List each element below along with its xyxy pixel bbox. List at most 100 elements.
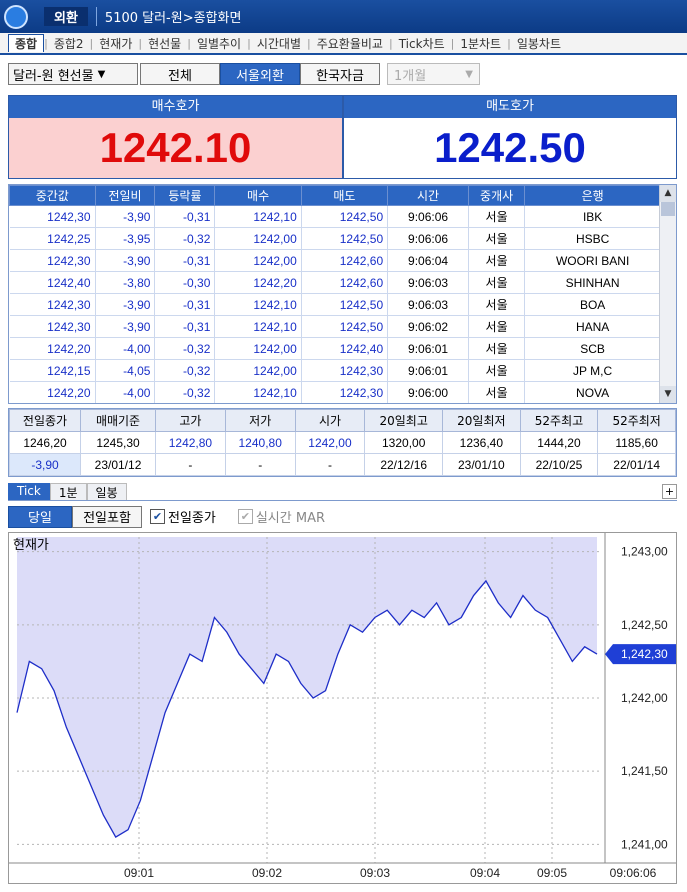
column-header[interactable]: 등락률: [154, 185, 216, 206]
segment-seoul-fx[interactable]: 서울외환: [220, 63, 300, 85]
table-cell: SCB: [524, 337, 661, 360]
summary-header: 52주최저: [597, 409, 676, 432]
table-cell: -0,31: [154, 249, 216, 272]
table-cell: 9:06:03: [387, 271, 469, 294]
tab-9[interactable]: 일봉차트: [511, 35, 567, 52]
table-cell: 1242,10: [214, 315, 302, 338]
bid-label: 매수호가: [9, 96, 342, 118]
tab-6[interactable]: 주요환율비교: [311, 35, 389, 52]
tab-5[interactable]: 시간대별: [251, 35, 307, 52]
column-header[interactable]: 은행: [524, 185, 661, 206]
tab-0[interactable]: 종합: [8, 34, 45, 52]
bid-value: 1242.10: [9, 118, 342, 178]
summary-value: 1242,00: [294, 431, 366, 454]
table-row[interactable]: 1242,20 -4,00 -0,32 1242,10 1242,30 9:06:00 서울…: [9, 381, 661, 403]
table-row[interactable]: 1242,20 -4,00 -0,32 1242,00 1242,40 9:06:01 서울…: [9, 337, 661, 360]
table-row[interactable]: 1242,40 -3,80 -0,30 1242,20 1242,60 9:06:03 서울…: [9, 271, 661, 294]
column-header[interactable]: 매수: [214, 185, 302, 206]
table-row[interactable]: 1242,15 -4,05 -0,32 1242,00 1242,30 9:06:01 서울…: [9, 359, 661, 382]
table-cell: 1242,30: [9, 293, 96, 316]
summary-header: 고가: [155, 409, 226, 432]
table-cell: NOVA: [524, 381, 661, 403]
add-icon[interactable]: +: [662, 484, 677, 499]
table-cell: -0,30: [154, 271, 216, 294]
price-area: [17, 537, 597, 838]
column-header[interactable]: 전일비: [94, 185, 156, 206]
tab-4[interactable]: 일별추이: [191, 35, 247, 52]
grid-scrollbar[interactable]: ▲ ▼: [659, 185, 676, 403]
scroll-up-icon[interactable]: ▲: [660, 185, 676, 202]
summary-header: 전일종가: [8, 409, 82, 432]
checkmark-icon: ✔: [150, 509, 165, 524]
tab-2[interactable]: 현재가: [93, 35, 138, 52]
table-cell: 9:06:01: [387, 337, 469, 360]
x-tick-label: 09:01: [124, 866, 154, 880]
tab-1[interactable]: 종합2: [48, 35, 90, 52]
table-cell: 서울: [468, 249, 526, 272]
chart-title: 현재가: [13, 537, 49, 552]
tab-daily[interactable]: 일봉: [86, 483, 127, 500]
today-button[interactable]: 당일: [8, 505, 72, 528]
tab-1min[interactable]: 1분: [49, 483, 87, 500]
tab-3[interactable]: 현선물: [142, 35, 187, 52]
table-cell: SHINHAN: [524, 271, 661, 294]
prev-close-label: 전일종가: [168, 511, 216, 526]
summary-header: 저가: [224, 409, 296, 432]
column-header[interactable]: 시간: [387, 185, 469, 206]
prev-close-checkbox[interactable]: ✔ 전일종가: [150, 507, 216, 526]
chevron-down-icon: ▼: [97, 68, 106, 80]
table-cell: -3,90: [95, 315, 156, 338]
summary-value: 1245,30: [80, 431, 157, 454]
table-row[interactable]: 1242,30 -3,90 -0,31 1242,10 1242,50 9:06:03 서울…: [9, 293, 661, 316]
price-chart: 1,243,00 1,242,50 1,242,00 1,241,50 1,241,00…: [8, 532, 677, 884]
tab-7[interactable]: Tick차트: [393, 35, 451, 52]
summary-date: 23/01/10: [442, 453, 521, 476]
scroll-down-icon[interactable]: ▼: [660, 386, 676, 403]
tab-8[interactable]: 1분차트: [454, 35, 507, 52]
column-header[interactable]: 매도: [300, 185, 389, 206]
product-select[interactable]: 달러-원 현선물 ▼: [8, 62, 138, 86]
summary-value: 1185,60: [597, 431, 676, 454]
table-cell: 1242,30: [301, 359, 389, 382]
table-row[interactable]: 1242,30 -3,90 -0,31 1242,10 1242,50 9:06:06 서울…: [9, 205, 661, 228]
column-header[interactable]: 중개사: [467, 185, 526, 206]
title-bar: 외환 5100 달러-원>종합화면: [0, 0, 687, 33]
period-select[interactable]: 1개월 ▼: [387, 62, 480, 86]
table-cell: 1242,50: [301, 227, 389, 250]
table-cell: 1242,20: [9, 337, 96, 360]
table-cell: 1242,50: [301, 205, 389, 228]
x-tick-label: 09:06:06: [610, 866, 657, 880]
summary-header: 매매기준: [80, 409, 157, 432]
segment-korea-money[interactable]: 한국자금: [300, 63, 380, 85]
category-label: 외환: [44, 7, 88, 26]
table-row[interactable]: 1242,25 -3,95 -0,32 1242,00 1242,50 9:06:06 서울…: [9, 227, 661, 250]
include-prev-day-button[interactable]: 전일포함: [72, 505, 142, 528]
table-cell: -0,32: [154, 337, 216, 360]
table-cell: 1242,00: [214, 337, 302, 360]
summary-header: 20일최저: [442, 409, 521, 432]
quote-grid: 중간값 전일비 등락률 매수 매도 시간 중개사 은행 1242,30 -3,90 -0,31 12…: [8, 184, 677, 404]
table-cell: 1242,20: [214, 271, 302, 294]
table-cell: -3,90: [95, 293, 156, 316]
table-row[interactable]: 1242,30 -3,90 -0,31 1242,10 1242,50 9:06:02 서울…: [9, 315, 661, 338]
summary-value: 1444,20: [519, 431, 599, 454]
table-cell: 서울: [468, 337, 526, 360]
table-cell: 9:06:06: [387, 227, 469, 250]
table-cell: 1242,40: [9, 271, 96, 294]
table-cell: 서울: [468, 227, 526, 250]
table-cell: 1242,30: [9, 315, 96, 338]
table-cell: 1242,00: [214, 359, 302, 382]
summary-value: 1240,80: [224, 431, 296, 454]
checkmark-icon: ✔: [237, 509, 253, 524]
x-tick-label: 09:02: [252, 866, 282, 880]
screen-tabs: 종합 | 종합2 | 현재가 | 현선물 | 일별추이 | 시간대별 | 주요환율비교 | Tick차트 | 1…: [0, 33, 687, 55]
column-header[interactable]: 중간값: [9, 185, 96, 206]
segment-all[interactable]: 전체: [140, 63, 220, 85]
realtime-mar-checkbox[interactable]: ✔ 실시간 MAR: [237, 507, 325, 526]
segment-group: 전체 서울외환 한국자금: [140, 62, 380, 86]
table-cell: -0,32: [154, 381, 216, 403]
table-row[interactable]: 1242,30 -3,90 -0,31 1242,00 1242,60 9:06:04 서울…: [9, 249, 661, 272]
scroll-thumb[interactable]: [661, 202, 675, 216]
tab-tick[interactable]: Tick: [8, 483, 50, 500]
table-cell: 1242,20: [9, 381, 96, 403]
